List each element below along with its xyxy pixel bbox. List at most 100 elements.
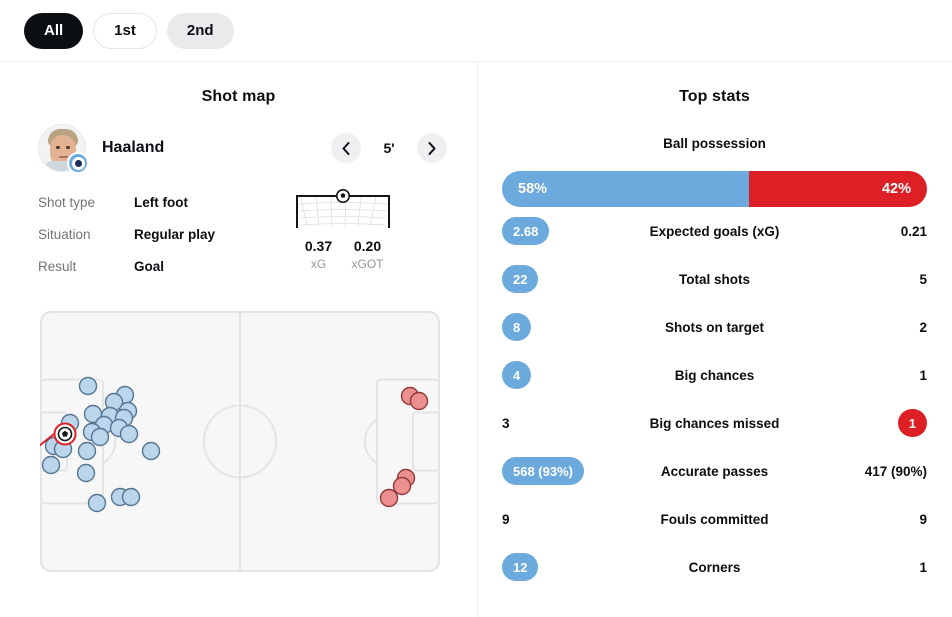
content-panes: Shot map Haaland 5' Shot type Left foot … xyxy=(0,62,952,617)
stats-list: Ball possession 58% 42% 2.68 Expected go… xyxy=(478,106,951,591)
shot-marker-home[interactable] xyxy=(78,376,98,396)
stat-value-away: 1 xyxy=(919,559,927,575)
shot-marker-away[interactable] xyxy=(379,488,399,508)
shot-marker-home[interactable] xyxy=(90,427,110,447)
stat-value-away: 2 xyxy=(919,319,927,335)
possession-bar: 58% 42% xyxy=(502,171,927,207)
xgot-value: 0.20 xyxy=(353,238,382,254)
pitch-container xyxy=(0,282,477,578)
stat-value-home: 9 xyxy=(502,511,510,527)
stat-name: Shots on target xyxy=(664,319,764,335)
shot-marker-away[interactable] xyxy=(409,391,429,411)
stat-row: 3 Big chances missed 1 xyxy=(502,399,927,447)
top-stats-title: Top stats xyxy=(679,88,750,105)
stat-away: 2 xyxy=(807,320,927,335)
detail-row-shot-type: Shot type Left foot xyxy=(38,186,288,218)
stat-name: Corners xyxy=(688,559,741,575)
shot-map-panel: Shot map Haaland 5' Shot type Left foot … xyxy=(0,62,478,617)
detail-value: Goal xyxy=(134,258,165,274)
shot-navigation: 5' xyxy=(331,133,447,163)
stat-home: 22 xyxy=(502,265,622,293)
shot-detail-list: Shot type Left foot Situation Regular pl… xyxy=(38,186,288,282)
shot-marker-home[interactable] xyxy=(141,441,161,461)
xg-cell: 0.37 xG xyxy=(294,238,343,271)
stat-away: 417 (90%) xyxy=(807,464,927,479)
stat-home: 9 xyxy=(502,512,622,527)
stat-value-away: 5 xyxy=(919,271,927,287)
stat-rows: 2.68 Expected goals (xG) 0.21 22 Total s… xyxy=(502,207,927,591)
xg-label: xG xyxy=(310,257,327,271)
shot-marker-home[interactable] xyxy=(119,424,139,444)
shot-details: Shot type Left foot Situation Regular pl… xyxy=(0,168,477,282)
shot-marker-home[interactable] xyxy=(121,487,141,507)
stat-home: 4 xyxy=(502,361,622,389)
goal-frame xyxy=(294,189,392,230)
stat-badge-home: 8 xyxy=(502,313,532,341)
period-tab-bar: All 1st 2nd xyxy=(0,0,952,62)
tab-1st[interactable]: 1st xyxy=(93,12,157,49)
detail-label: Shot type xyxy=(38,194,96,210)
stat-home: 3 xyxy=(502,416,622,431)
stat-value-away: 0.21 xyxy=(900,223,927,239)
detail-value: Left foot xyxy=(134,194,188,210)
stat-row: 4 Big chances 1 xyxy=(502,351,927,399)
tab-all[interactable]: All xyxy=(24,12,84,49)
detail-row-result: Result Goal xyxy=(38,250,288,282)
possession-home-value: 58% xyxy=(502,171,749,207)
stat-row: 22 Total shots 5 xyxy=(502,255,927,303)
possession-label: Ball possession xyxy=(663,136,766,151)
stat-badge-home: 2.68 xyxy=(502,217,550,245)
shot-marker-home[interactable] xyxy=(41,455,61,475)
selected-shot-marker[interactable] xyxy=(53,422,77,446)
chevron-right-icon[interactable] xyxy=(417,133,447,163)
shot-map-title: Shot map xyxy=(201,88,276,105)
stat-name: Fouls committed xyxy=(660,511,769,527)
stat-away: 1 xyxy=(807,560,927,575)
stat-name: Total shots xyxy=(678,271,750,287)
football-icon xyxy=(336,189,350,203)
xg-value: 0.37 xyxy=(304,238,333,254)
goal-graphic: 0.37 xG 0.20 xGOT xyxy=(294,186,392,282)
stat-home: 568 (93%) xyxy=(502,457,622,485)
stat-value-away: 417 (90%) xyxy=(864,463,927,479)
stat-name: Expected goals (xG) xyxy=(649,223,780,239)
stat-name: Big chances xyxy=(674,367,755,383)
shot-map-pitch[interactable] xyxy=(34,310,446,573)
stat-name: Accurate passes xyxy=(660,463,769,479)
stat-away: 5 xyxy=(807,272,927,287)
stat-away: 9 xyxy=(807,512,927,527)
stat-row: 8 Shots on target 2 xyxy=(502,303,927,351)
shot-minute: 5' xyxy=(383,140,395,156)
tab-2nd[interactable]: 2nd xyxy=(166,12,234,49)
shot-marker-home[interactable] xyxy=(87,493,107,513)
detail-label: Situation xyxy=(38,226,91,242)
chevron-left-icon[interactable] xyxy=(331,133,361,163)
xg-values: 0.37 xG 0.20 xGOT xyxy=(294,238,392,271)
stat-row: 2.68 Expected goals (xG) 0.21 xyxy=(502,207,927,255)
detail-label: Result xyxy=(38,258,77,274)
shot-marker-away[interactable] xyxy=(392,476,412,496)
shot-player-row: Haaland 5' xyxy=(0,106,477,174)
stat-badge-home: 4 xyxy=(502,361,532,389)
shot-marker-home[interactable] xyxy=(77,441,97,461)
stat-home: 12 xyxy=(502,553,622,581)
stat-badge-home: 22 xyxy=(502,265,539,293)
possession-away-value: 42% xyxy=(748,171,927,207)
man-city-badge-icon xyxy=(67,152,89,174)
shot-marker-home[interactable] xyxy=(76,463,96,483)
stat-row: 568 (93%) Accurate passes 417 (90%) xyxy=(502,447,927,495)
player-name: Haaland xyxy=(102,139,165,156)
stat-badge-home: 12 xyxy=(502,553,539,581)
top-stats-panel: Top stats Ball possession 58% 42% 2.68 E… xyxy=(478,62,951,617)
avatar xyxy=(38,124,89,174)
stat-badge-away: 1 xyxy=(897,409,927,437)
stat-value-away: 9 xyxy=(919,511,927,527)
stat-row: 12 Corners 1 xyxy=(502,543,927,591)
stat-home: 2.68 xyxy=(502,217,622,245)
detail-row-situation: Situation Regular play xyxy=(38,218,288,250)
stat-value-home: 3 xyxy=(502,415,510,431)
stat-badge-home: 568 (93%) xyxy=(502,457,584,485)
xgot-label: xGOT xyxy=(351,257,384,271)
stat-home: 8 xyxy=(502,313,622,341)
stat-away: 1 xyxy=(807,409,927,437)
